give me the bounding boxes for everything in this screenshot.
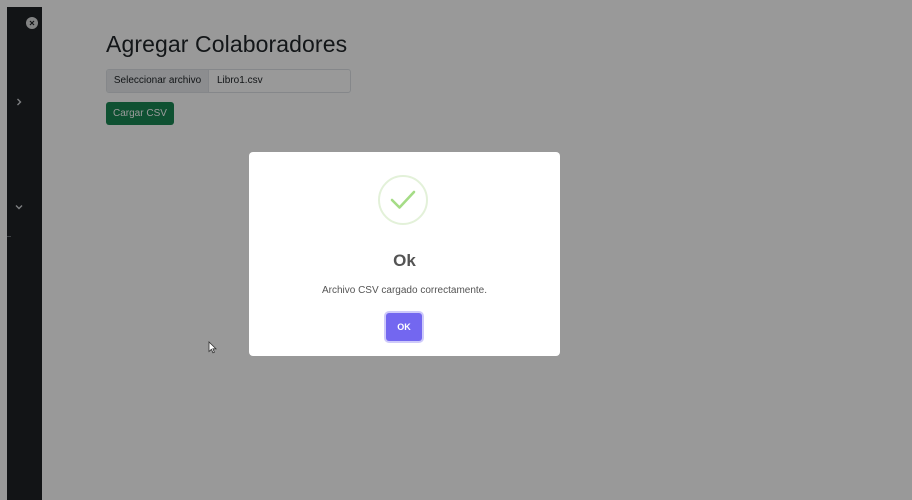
success-dialog: Ok Archivo CSV cargado correctamente. OK bbox=[249, 152, 560, 356]
dialog-title: Ok bbox=[393, 251, 416, 270]
ok-button[interactable]: OK bbox=[386, 313, 422, 341]
dialog-message: Archivo CSV cargado correctamente. bbox=[321, 285, 488, 296]
success-check-icon bbox=[378, 175, 428, 225]
mouse-cursor-icon bbox=[208, 341, 217, 354]
